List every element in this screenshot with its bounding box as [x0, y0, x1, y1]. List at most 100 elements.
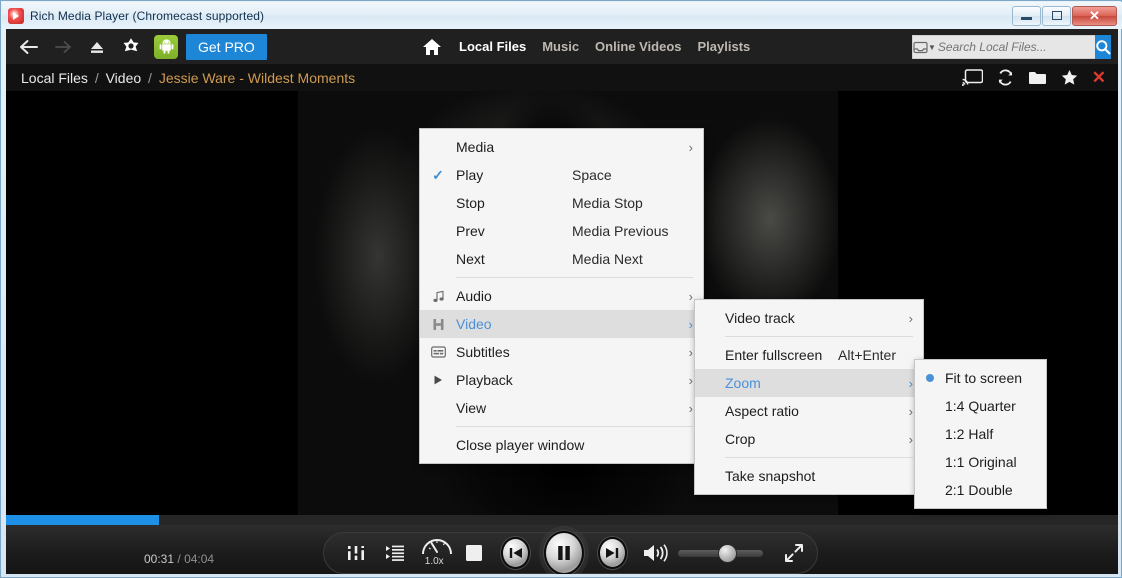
nav-item-online-videos[interactable]: Online Videos	[595, 39, 681, 54]
menu-item-video[interactable]: Video ›	[420, 310, 703, 338]
minimize-button[interactable]	[1012, 5, 1041, 26]
menu-item-next[interactable]: Next Media Next	[420, 245, 703, 273]
close-button[interactable]: ✕	[1072, 5, 1117, 26]
search-button[interactable]	[1094, 35, 1111, 59]
menu-item-label: Video track	[725, 310, 795, 326]
gear-icon[interactable]	[114, 29, 148, 64]
menu-item-video-track[interactable]: Video track ›	[695, 304, 923, 332]
playlist-icon[interactable]	[375, 532, 414, 574]
menu-item-1-4-quarter[interactable]: 1:4 Quarter	[915, 392, 1046, 420]
inbox-icon[interactable]	[913, 36, 928, 58]
refresh-icon[interactable]	[997, 69, 1014, 86]
menu-item-2-1-double[interactable]: 2:1 Double	[915, 476, 1046, 504]
chevron-right-icon: ›	[688, 288, 693, 304]
menu-item-label: 1:4 Quarter	[945, 398, 1016, 414]
search-input[interactable]	[937, 40, 1095, 54]
volume-slider-thumb[interactable]	[718, 543, 738, 563]
menu-item-take-snapshot[interactable]: Take snapshot	[695, 462, 923, 490]
menu-item-label: Play	[456, 167, 484, 183]
maximize-button[interactable]	[1042, 5, 1071, 26]
menu-item-gutter	[420, 290, 456, 303]
menu-item-media[interactable]: Media ›	[420, 133, 703, 161]
breadcrumb-separator: /	[148, 69, 152, 86]
checkmark-icon: ✓	[432, 166, 444, 183]
menu-item-crop[interactable]: Crop ›	[695, 425, 923, 453]
previous-track-icon[interactable]	[501, 537, 531, 569]
radio-selected-icon	[926, 374, 934, 382]
menu-item-playback[interactable]: Playback ›	[420, 366, 703, 394]
chevron-down-icon[interactable]: ▼	[928, 43, 936, 52]
home-icon[interactable]	[421, 37, 443, 57]
menu-item-enter-fullscreen[interactable]: Enter fullscreen Alt+Enter	[695, 341, 923, 369]
menu-item-label: Stop	[456, 195, 485, 211]
seek-bar[interactable]	[6, 515, 1118, 525]
breadcrumb-bar: Local Files / Video / Jessie Ware - Wild…	[6, 64, 1118, 91]
eject-icon[interactable]	[80, 29, 114, 64]
menu-item-subtitles[interactable]: Subtitles ›	[420, 338, 703, 366]
equalizer-icon[interactable]	[336, 532, 375, 574]
speed-gauge-icon[interactable]: 1.0x	[415, 532, 454, 574]
seek-progress-fill	[6, 515, 160, 525]
menu-item-zoom[interactable]: Zoom ›	[695, 369, 923, 397]
menu-item-audio[interactable]: Audio ›	[420, 282, 703, 310]
toolbar: Get PRO Local Files Music Online Videos …	[6, 29, 1118, 64]
forward-arrow-icon[interactable]	[46, 29, 80, 64]
menu-item-accelerator: Alt+Enter	[838, 347, 896, 363]
folder-icon[interactable]	[1028, 70, 1047, 86]
menu-item-gutter	[915, 374, 945, 382]
android-icon[interactable]	[154, 34, 178, 59]
chevron-right-icon: ›	[908, 310, 913, 326]
fullscreen-expand-icon[interactable]	[771, 532, 817, 574]
chevron-right-icon: ›	[908, 403, 913, 419]
nav-item-music[interactable]: Music	[542, 39, 579, 54]
breadcrumb-root[interactable]: Local Files	[21, 70, 88, 86]
pause-icon[interactable]	[544, 531, 584, 574]
minimize-icon	[1021, 17, 1032, 20]
control-bar: 00:31 / 04:04 1.0x	[6, 525, 1118, 574]
menu-item-play[interactable]: ✓ Play Space	[420, 161, 703, 189]
menu-item-gutter: ✓	[420, 167, 456, 184]
main-navigation: Local Files Music Online Videos Playlist…	[421, 29, 750, 64]
menu-item-label: 1:2 Half	[945, 426, 994, 442]
breadcrumb-folder[interactable]: Video	[106, 70, 142, 86]
menu-item-label: Aspect ratio	[725, 403, 799, 419]
menu-item-aspect-ratio[interactable]: Aspect ratio ›	[695, 397, 923, 425]
back-arrow-icon[interactable]	[12, 29, 46, 64]
chevron-right-icon: ›	[688, 139, 693, 155]
menu-item-prev[interactable]: Prev Media Previous	[420, 217, 703, 245]
menu-item-stop[interactable]: Stop Media Stop	[420, 189, 703, 217]
play-triangle-icon	[432, 374, 444, 386]
next-track-icon[interactable]	[597, 537, 627, 569]
chevron-right-icon: ›	[908, 431, 913, 447]
current-time: 00:31	[144, 552, 175, 566]
menu-item-1-1-original[interactable]: 1:1 Original	[915, 448, 1046, 476]
close-icon[interactable]: ✕	[1092, 68, 1106, 88]
title-bar: Rich Media Player (Chromecast supported)…	[2, 2, 1122, 29]
menu-item-accelerator: Media Previous	[572, 223, 669, 239]
volume-icon[interactable]	[635, 532, 678, 574]
menu-item-label: Enter fullscreen	[725, 347, 823, 363]
menu-item-fit-to-screen[interactable]: Fit to screen	[915, 364, 1046, 392]
nav-item-playlists[interactable]: Playlists	[698, 39, 751, 54]
menu-item-accelerator: Media Next	[572, 251, 643, 267]
play-logo-icon	[8, 7, 24, 24]
cast-icon[interactable]	[961, 69, 983, 86]
breadcrumb-actions: ✕	[961, 68, 1106, 88]
stop-icon[interactable]	[454, 532, 493, 574]
chevron-right-icon: ›	[688, 344, 693, 360]
chevron-right-icon: ›	[688, 372, 693, 388]
star-icon[interactable]	[1061, 69, 1078, 86]
window-frame: Rich Media Player (Chromecast supported)…	[0, 0, 1122, 578]
menu-item-1-2-half[interactable]: 1:2 Half	[915, 420, 1046, 448]
playback-controls: 1.0x	[323, 531, 818, 574]
menu-item-accelerator: Media Stop	[572, 195, 643, 211]
menu-item-label: Take snapshot	[725, 468, 816, 484]
menu-item-view[interactable]: View ›	[420, 394, 703, 422]
nav-item-local-files[interactable]: Local Files	[459, 39, 526, 54]
search-bar: ▼	[912, 35, 1111, 59]
volume-slider[interactable]	[677, 543, 763, 563]
menu-item-label: Prev	[456, 223, 485, 239]
menu-item-close-player-window[interactable]: Close player window	[420, 431, 703, 459]
get-pro-button[interactable]: Get PRO	[186, 33, 267, 60]
subtitles-icon	[430, 346, 446, 358]
